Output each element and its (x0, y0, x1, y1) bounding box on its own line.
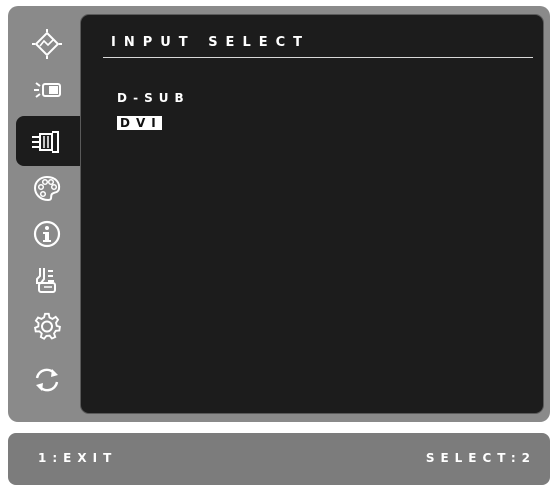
input-select-panel: INPUT SELECT D-SUB DVI (80, 14, 544, 414)
option-d-sub[interactable]: D-SUB (117, 91, 190, 105)
osd-screen: INPUT SELECT D-SUB DVI 1:EXIT SELECT:2 (0, 0, 559, 492)
exit-hint: 1:EXIT (38, 451, 118, 465)
information-icon (33, 220, 61, 248)
title-divider (103, 57, 533, 58)
menu-item-manual-image-adjust[interactable] (24, 262, 70, 298)
main-menu-icon-column (8, 6, 88, 422)
manual-image-adjust-icon (36, 268, 56, 293)
status-bar: 1:EXIT SELECT:2 (8, 433, 550, 485)
menu-item-auto-adjust[interactable] (24, 26, 70, 62)
select-hint-label: SELECT: (425, 451, 522, 465)
auto-adjust-icon (32, 29, 62, 59)
setup-menu-icon (34, 312, 61, 340)
panel-title: INPUT SELECT (111, 35, 311, 50)
menu-item-memory-recall[interactable] (24, 362, 70, 398)
menu-item-contrast-brightness[interactable] (24, 72, 70, 108)
menu-item-setup-menu[interactable] (24, 308, 70, 344)
color-adjust-icon (33, 175, 61, 202)
osd-menu-frame: INPUT SELECT D-SUB DVI (8, 6, 550, 422)
menu-item-input-select[interactable] (16, 116, 88, 166)
menu-item-information[interactable] (24, 216, 70, 252)
input-select-icon (32, 131, 59, 153)
select-hint-key: 2 (521, 451, 530, 465)
memory-recall-icon (35, 368, 59, 392)
menu-item-color-adjust[interactable] (24, 170, 70, 206)
option-dvi-selected[interactable]: DVI (117, 116, 162, 130)
contrast-brightness-icon (34, 82, 61, 98)
select-hint: SELECT:2 (426, 451, 530, 465)
